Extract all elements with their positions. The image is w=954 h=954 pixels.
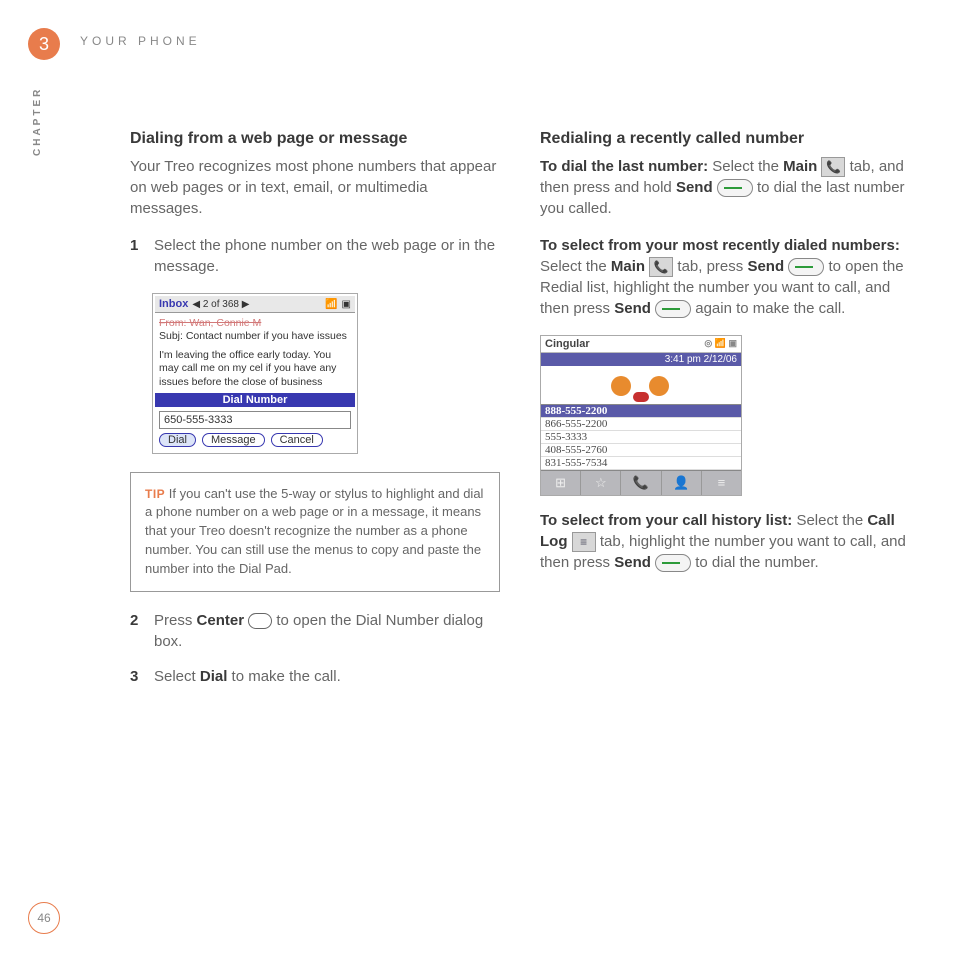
main-tab-icon-2: 📞 — [649, 257, 673, 277]
treo-inbox-screenshot: Inbox ◀ 2 of 368 ▶ 📶 ▣ From: Wan, Connie… — [152, 293, 358, 454]
left-steps: Select the phone number on the web page … — [130, 235, 500, 277]
step-1: Select the phone number on the web page … — [130, 235, 500, 277]
signal-icon: 📶 — [325, 299, 337, 310]
treo1-titlebar: Inbox ◀ 2 of 368 ▶ 📶 ▣ — [155, 296, 355, 313]
treo1-message: I'm leaving the office early today. You … — [159, 349, 351, 388]
calllog-tab-icon-inline: ≡ — [572, 532, 596, 552]
content-columns: Dialing from a web page or message Your … — [130, 130, 910, 703]
p1-main: Main — [783, 158, 817, 175]
page-number: 46 — [28, 902, 60, 934]
right-p1: To dial the last number: Select the Main… — [540, 156, 910, 219]
center-button-icon — [248, 613, 272, 629]
p2-send1: Send — [747, 258, 784, 275]
send-button-icon-3 — [655, 300, 691, 318]
p2-h: again to make the call. — [691, 300, 845, 317]
treo2-tabbar: ⊞ ☆ 📞 👤 ≡ — [541, 470, 741, 495]
step2-text-a: Press — [154, 612, 197, 629]
favorites-tab-icon[interactable]: ☆ — [581, 471, 621, 495]
p3-f: to dial the number. — [691, 554, 819, 571]
redial-row-1[interactable]: 888-555-2200 — [541, 405, 741, 418]
treo1-body: From: Wan, Connie M Subj: Contact number… — [155, 313, 355, 393]
battery-icon: ▣ — [342, 299, 351, 310]
send-button-icon — [717, 179, 753, 197]
p1-b: Select the — [708, 158, 783, 175]
treo2-status-icons: ◎ 📶 ▣ — [704, 338, 737, 350]
treo1-from: From: Wan, Connie M — [159, 317, 351, 330]
running-header: YOUR PHONE — [80, 34, 201, 48]
p2-b: Select the — [540, 258, 611, 275]
treo2-time: 3:41 pm 2/12/06 — [541, 353, 741, 366]
p2-main: Main — [611, 258, 645, 275]
step3-text-a: Select — [154, 668, 200, 685]
redial-row-4[interactable]: 408-555-2760 — [541, 444, 741, 457]
right-p3: To select from your call history list: S… — [540, 510, 910, 573]
redial-row-3[interactable]: 555-3333 — [541, 431, 741, 444]
step-3: Select Dial to make the call. — [130, 666, 500, 687]
p3-lead: To select from your call history list: — [540, 512, 792, 529]
treo2-carrier: Cingular — [545, 338, 590, 350]
chapter-vertical-label: CHAPTER — [32, 87, 43, 156]
send-button-icon-4 — [655, 554, 691, 572]
right-column: Redialing a recently called number To di… — [540, 130, 910, 703]
treo1-button-row: Dial Message Cancel — [155, 433, 355, 451]
p1-send: Send — [676, 179, 713, 196]
chapter-badge: 3 — [28, 28, 60, 60]
left-column: Dialing from a web page or message Your … — [130, 130, 500, 703]
step3-text-c: to make the call. — [227, 668, 340, 685]
right-p2: To select from your most recently dialed… — [540, 235, 910, 319]
treo2-wallpaper — [541, 366, 741, 404]
tip-text: If you can't use the 5-way or stylus to … — [145, 486, 483, 576]
art-blob-3 — [633, 392, 649, 402]
calllog-tab-icon[interactable]: ≡ — [702, 471, 741, 495]
left-steps-cont: Press Center to open the Dial Number dia… — [130, 610, 500, 687]
treo1-dial-header: Dial Number — [155, 393, 355, 407]
send-button-icon-2 — [788, 258, 824, 276]
treo1-nav: ◀ 2 of 368 ▶ — [192, 299, 249, 310]
art-blob-2 — [649, 376, 669, 396]
dialpad-tab-icon[interactable]: ⊞ — [541, 471, 581, 495]
treo1-subject: Subj: Contact number if you have issues — [159, 330, 351, 343]
main-phone-tab-icon[interactable]: 📞 — [621, 471, 661, 495]
step-2: Press Center to open the Dial Number dia… — [130, 610, 500, 652]
p2-lead: To select from your most recently dialed… — [540, 237, 900, 254]
dial-button[interactable]: Dial — [159, 433, 196, 447]
art-blob-1 — [611, 376, 631, 396]
treo1-inbox-label: Inbox — [159, 298, 188, 310]
step3-dial: Dial — [200, 668, 228, 685]
right-heading: Redialing a recently called number — [540, 130, 910, 148]
redial-row-2[interactable]: 866-555-2200 — [541, 418, 741, 431]
p3-b: Select the — [792, 512, 867, 529]
treo2-redial-list: 888-555-2200 866-555-2200 555-3333 408-5… — [541, 404, 741, 470]
redial-row-5[interactable]: 831-555-7534 — [541, 457, 741, 470]
message-button[interactable]: Message — [202, 433, 265, 447]
cancel-button[interactable]: Cancel — [271, 433, 323, 447]
p3-send: Send — [614, 554, 651, 571]
left-intro: Your Treo recognizes most phone numbers … — [130, 156, 500, 219]
p2-d: tab, press — [673, 258, 747, 275]
step2-center: Center — [197, 612, 245, 629]
p1-lead: To dial the last number: — [540, 158, 708, 175]
treo1-phone-field[interactable]: 650-555-3333 — [159, 411, 351, 429]
tip-box: TIP If you can't use the 5-way or stylus… — [130, 472, 500, 592]
p2-send2: Send — [614, 300, 651, 317]
main-tab-icon: 📞 — [821, 157, 845, 177]
treo-redial-screenshot: Cingular ◎ 📶 ▣ 3:41 pm 2/12/06 888-555-2… — [540, 335, 742, 496]
contacts-tab-icon[interactable]: 👤 — [662, 471, 702, 495]
treo2-topbar: Cingular ◎ 📶 ▣ — [541, 336, 741, 353]
left-heading: Dialing from a web page or message — [130, 130, 500, 148]
tip-label: TIP — [145, 487, 165, 501]
